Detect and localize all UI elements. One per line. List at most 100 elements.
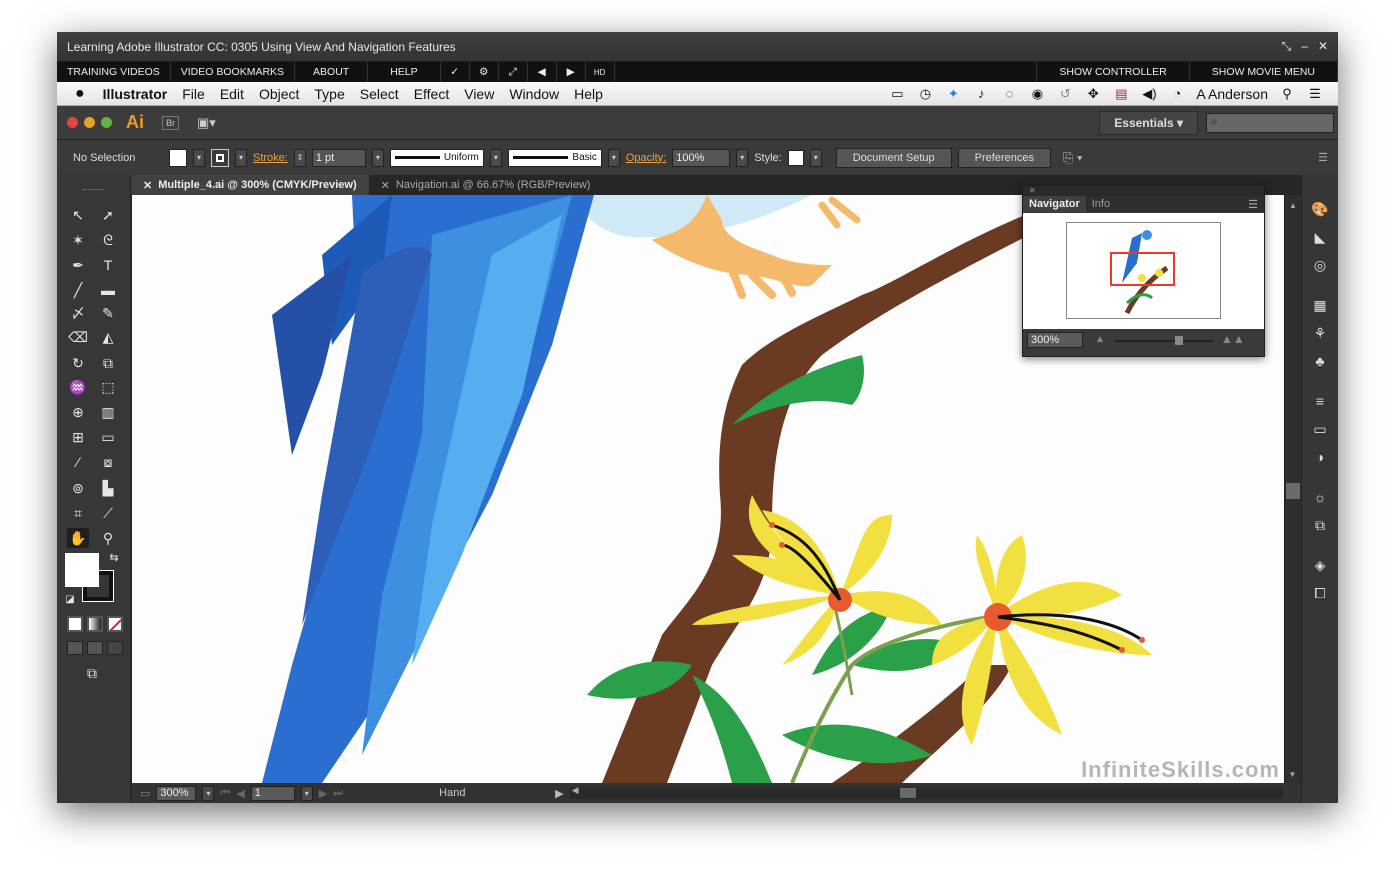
hd-icon[interactable]: HD [586, 62, 615, 82]
artboard-dropdown[interactable]: ▾ [300, 785, 313, 801]
color-guide-icon[interactable]: 🎨 [1310, 199, 1330, 219]
about-button[interactable]: ABOUT [295, 62, 369, 82]
draw-inside-icon[interactable] [107, 641, 123, 655]
flag-icon[interactable]: ▤ [1112, 86, 1130, 102]
workspace-switcher[interactable]: Essentials ▾ [1099, 110, 1198, 135]
tab-multiple-4[interactable]: ✕ Multiple_4.ai @ 300% (CMYK/Preview) [131, 175, 369, 195]
gradient-tool-icon[interactable]: ▭ [97, 427, 119, 447]
close-tab-icon[interactable]: ✕ [143, 179, 152, 192]
menu-select[interactable]: Select [360, 86, 399, 102]
graphic-styles-icon[interactable]: ⧉ [1310, 515, 1330, 535]
symbols-icon[interactable]: ♣ [1310, 351, 1330, 371]
screen-mode-icon[interactable]: ⧉ [81, 663, 103, 683]
menu-help[interactable]: Help [574, 86, 603, 102]
appearance-icon[interactable]: ☼ [1310, 487, 1330, 507]
clock-icon[interactable]: ◷ [916, 86, 934, 102]
horizontal-scrollbar[interactable]: ◀ [569, 785, 1283, 799]
tab-navigation[interactable]: ✕ Navigation.ai @ 66.67% (RGB/Preview) [369, 175, 603, 195]
draw-normal-icon[interactable] [67, 641, 83, 655]
vertical-scroll-thumb[interactable] [1286, 483, 1300, 499]
zoom-dot-icon[interactable] [101, 117, 112, 128]
magic-wand-tool-icon[interactable]: ✶ [67, 230, 89, 250]
perspective-grid-tool-icon[interactable]: ▥ [97, 402, 119, 422]
line-tool-icon[interactable]: ╱ [67, 280, 89, 300]
check-icon[interactable]: ✓ [441, 62, 470, 82]
status-menu-icon[interactable]: ▶ [555, 787, 563, 800]
last-artboard-icon[interactable]: ⏭ [333, 787, 343, 800]
bridge-button[interactable]: Br [162, 115, 179, 130]
selection-tool-icon[interactable]: ↖ [67, 205, 89, 225]
fullscreen-icon[interactable]: ⤡ [1282, 39, 1292, 54]
eyedropper-tool-icon[interactable]: ⁄ [67, 452, 89, 472]
prev-artboard-icon[interactable]: ◀ [236, 787, 244, 800]
scroll-left-icon[interactable]: ◀ [572, 785, 579, 796]
vertical-scrollbar[interactable]: ▲ ▼ [1284, 195, 1301, 783]
stroke-panel-link[interactable]: Stroke: [253, 152, 288, 164]
time-machine-icon[interactable]: ↺ [1056, 86, 1074, 102]
apple-icon[interactable]: ● [75, 85, 85, 103]
column-graph-tool-icon[interactable]: ▙ [97, 478, 119, 498]
free-transform-tool-icon[interactable]: ⬚ [97, 377, 119, 397]
stroke-swatch[interactable] [211, 148, 229, 167]
type-tool-icon[interactable]: T [97, 255, 119, 275]
warp-tool-icon[interactable]: ♒ [67, 377, 89, 397]
next-artboard-icon[interactable]: ▶ [319, 787, 327, 800]
minimize-icon[interactable]: – [1301, 39, 1308, 54]
mesh-tool-icon[interactable]: ⊞ [67, 427, 89, 447]
zoom-tool-icon[interactable]: ⚲ [97, 528, 119, 548]
opacity-link[interactable]: Opacity: [626, 152, 666, 164]
color-mode-icon[interactable] [67, 616, 83, 632]
swatches-icon[interactable]: ▦ [1310, 295, 1330, 315]
artboard-tool-icon[interactable]: ⌗ [67, 503, 89, 523]
arrange-documents-icon[interactable]: ▣▾ [197, 115, 216, 131]
pencil-tool-icon[interactable]: ✎ [97, 303, 119, 323]
close-tab-icon[interactable]: ✕ [381, 179, 390, 192]
color-themes-icon[interactable]: ◎ [1310, 255, 1330, 275]
direct-selection-tool-icon[interactable]: ➚ [97, 205, 119, 225]
show-movie-menu-button[interactable]: SHOW MOVIE MENU [1190, 62, 1338, 82]
artboard-number-input[interactable]: 1 [250, 785, 295, 801]
pen-tool-icon[interactable]: ✒ [67, 255, 89, 275]
show-controller-button[interactable]: SHOW CONTROLLER [1036, 62, 1190, 82]
transparency-icon[interactable]: ◑ [1310, 447, 1330, 467]
color-panel-icon[interactable]: ◣ [1310, 227, 1330, 247]
arrange-icon[interactable]: ⎘ ▾ [1063, 150, 1082, 166]
previous-icon[interactable]: ◀ [528, 62, 557, 82]
minimize-dot-icon[interactable] [84, 117, 95, 128]
user-name[interactable]: A Anderson [1196, 86, 1268, 102]
help-search-input[interactable]: ⌕ [1206, 112, 1334, 133]
power-icon[interactable]: ◔ [1168, 86, 1186, 101]
stroke-panel-icon[interactable]: ≡ [1310, 391, 1330, 411]
menu-object[interactable]: Object [259, 86, 299, 102]
gear-icon[interactable]: ⚙ [470, 62, 499, 82]
stroke-weight-input[interactable]: 1 pt [311, 148, 366, 167]
move-icon[interactable]: ✥ [1084, 86, 1102, 102]
menu-effect[interactable]: Effect [414, 86, 450, 102]
navigator-panel-header[interactable]: ✕ [1023, 186, 1264, 196]
fill-dropdown[interactable]: ▾ [193, 148, 205, 167]
profile-dropdown[interactable]: ▾ [489, 148, 502, 167]
style-swatch[interactable] [787, 149, 804, 166]
stroke-stepper[interactable]: ⇕ [293, 148, 306, 167]
chat-icon[interactable]: ◌ [1000, 86, 1018, 101]
lasso-tool-icon[interactable]: ᘓ [97, 230, 119, 250]
expand-icon[interactable]: ⤢ [499, 62, 528, 82]
symbol-sprayer-tool-icon[interactable]: ⊚ [67, 478, 89, 498]
search-icon[interactable]: ⚲ [1278, 86, 1296, 102]
dropbox-icon[interactable]: ✦ [944, 86, 962, 102]
tab-navigator[interactable]: Navigator [1023, 196, 1086, 212]
scroll-up-icon[interactable]: ▲ [1285, 201, 1301, 210]
variable-width-profile[interactable]: Uniform [389, 148, 484, 167]
opacity-dropdown[interactable]: ▾ [736, 148, 749, 167]
blend-tool-icon[interactable]: ⧇ [97, 452, 119, 472]
training-videos-button[interactable]: TRAINING VIDEOS [57, 62, 171, 82]
hand-tool-icon[interactable]: ✋ [67, 528, 89, 548]
gradient-mode-icon[interactable] [87, 616, 103, 632]
first-artboard-icon[interactable]: ⏮ [220, 787, 230, 800]
menu-view[interactable]: View [464, 86, 494, 102]
zoom-dropdown[interactable]: ▾ [202, 785, 215, 801]
opacity-input[interactable]: 100% [672, 148, 731, 167]
scroll-down-icon[interactable]: ▼ [1285, 770, 1300, 779]
shape-builder-tool-icon[interactable]: ⊕ [67, 402, 89, 422]
document-setup-button[interactable]: Document Setup [835, 147, 952, 168]
